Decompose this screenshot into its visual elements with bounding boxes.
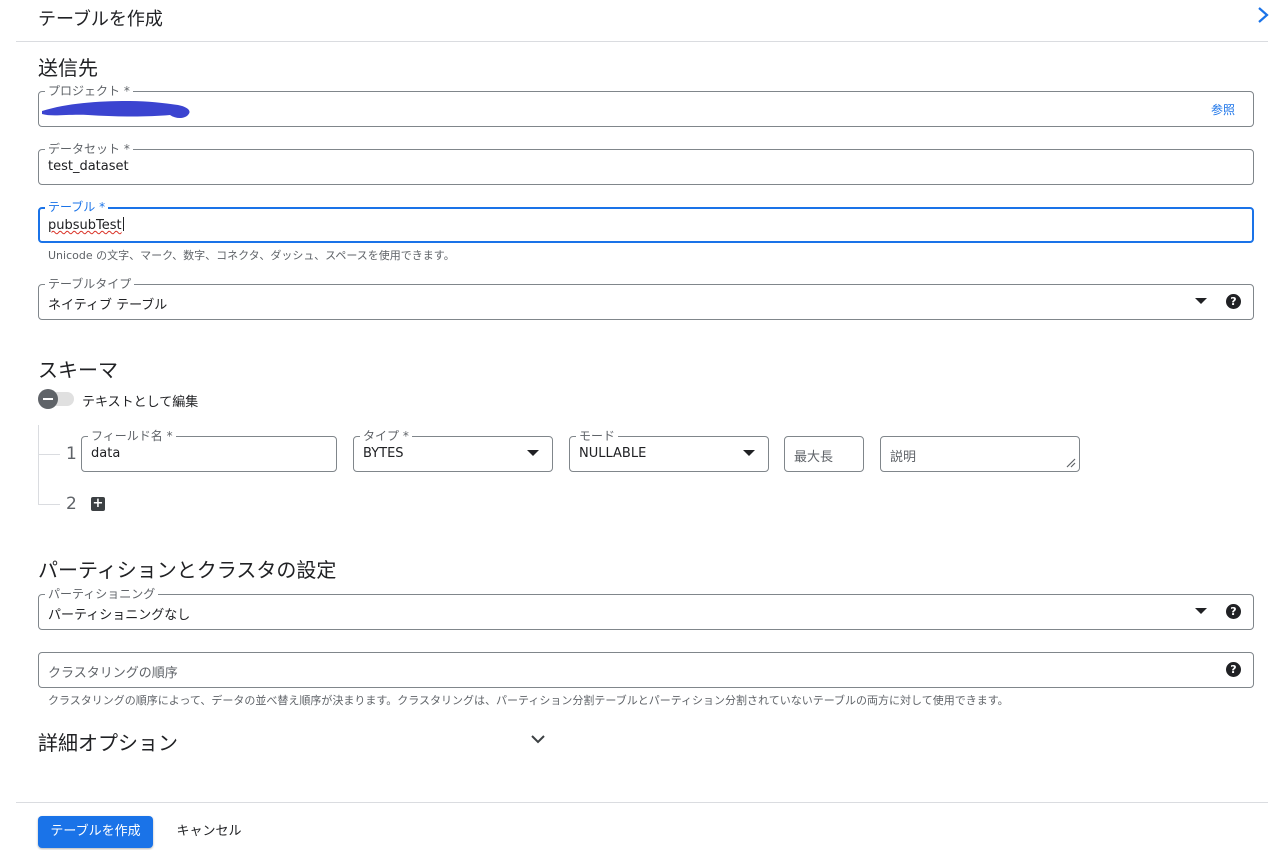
table-name-field-label: テーブル * — [45, 199, 109, 215]
partitioning-section-title: パーティションとクラスタの設定 — [38, 558, 337, 582]
tree-branch — [38, 504, 60, 505]
description-textarea[interactable]: 説明 — [880, 436, 1080, 472]
footer-divider — [16, 802, 1268, 803]
help-icon[interactable]: ? — [1226, 662, 1241, 677]
tree-line — [38, 425, 39, 505]
create-table-button[interactable]: テーブルを作成 — [38, 816, 153, 848]
table-type-select[interactable]: テーブルタイプ ネイティブ テーブル ? — [38, 276, 1254, 320]
description-placeholder: 説明 — [890, 450, 917, 465]
partitioning-select[interactable]: パーティショニング パーティショニングなし ? — [38, 586, 1254, 630]
clustering-hint: クラスタリングの順序によって、データの並べ替え順序が決まります。クラスタリングは… — [48, 694, 1009, 707]
chevron-right-icon[interactable] — [1256, 6, 1270, 29]
dataset-field-label: データセット * — [45, 141, 133, 157]
text-cursor — [122, 217, 124, 231]
add-row-number: 2 — [66, 494, 77, 514]
resize-handle-icon[interactable] — [1066, 458, 1076, 468]
field-type-value: BYTES — [363, 446, 404, 461]
field-name-value: data — [91, 446, 121, 461]
minus-icon — [43, 398, 53, 400]
table-name-field-value: pubsubTest — [48, 217, 124, 233]
schema-section-title: スキーマ — [38, 358, 118, 382]
table-name-field[interactable]: テーブル * pubsubTest — [38, 199, 1254, 243]
partitioning-value: パーティショニングなし — [48, 608, 191, 623]
tree-branch — [38, 454, 60, 455]
table-type-value: ネイティブ テーブル — [48, 298, 168, 313]
header-divider — [16, 41, 1268, 42]
page-title: テーブルを作成 — [38, 9, 163, 30]
cancel-button[interactable]: キャンセル — [168, 816, 250, 848]
field-name-label: フィールド名 * — [88, 428, 176, 444]
field-type-label: タイプ * — [360, 428, 412, 444]
field-mode-value: NULLABLE — [579, 446, 647, 461]
dropdown-arrow-icon — [1195, 298, 1207, 304]
destination-section-title: 送信先 — [38, 56, 98, 80]
max-length-input[interactable]: 最大長 — [784, 436, 864, 472]
edit-as-text-label: テキストとして編集 — [82, 395, 199, 410]
dropdown-arrow-icon — [1195, 608, 1207, 614]
help-icon[interactable]: ? — [1226, 294, 1241, 309]
table-name-text: pubsubTest — [48, 218, 122, 233]
redaction-mark — [42, 101, 190, 118]
table-name-hint: Unicode の文字、マーク、数字、コネクタ、ダッシュ、スペースを使用できます… — [48, 249, 455, 262]
dataset-field[interactable]: データセット * test_dataset — [38, 141, 1254, 185]
browse-link[interactable]: 参照 — [1211, 101, 1235, 118]
dataset-field-value: test_dataset — [48, 159, 129, 174]
advanced-options-title[interactable]: 詳細オプション — [38, 727, 178, 756]
field-mode-select[interactable]: モード NULLABLE — [569, 428, 769, 472]
clustering-order-input[interactable]: クラスタリングの順序 ? — [38, 652, 1254, 688]
project-field[interactable]: プロジェクト * 参照 — [38, 83, 1254, 127]
schema-row-number: 1 — [66, 444, 77, 464]
dropdown-arrow-icon — [527, 450, 539, 456]
table-type-label: テーブルタイプ — [45, 276, 135, 292]
chevron-down-icon[interactable] — [529, 730, 547, 748]
max-length-placeholder: 最大長 — [794, 450, 834, 465]
add-field-icon[interactable]: + — [91, 497, 105, 511]
field-name-input[interactable]: フィールド名 * data — [81, 428, 337, 472]
clustering-order-placeholder: クラスタリングの順序 — [48, 666, 178, 681]
field-mode-label: モード — [576, 428, 619, 444]
dropdown-arrow-icon — [743, 450, 755, 456]
partitioning-label: パーティショニング — [45, 586, 159, 602]
help-icon[interactable]: ? — [1226, 604, 1241, 619]
field-type-select[interactable]: タイプ * BYTES — [353, 428, 553, 472]
